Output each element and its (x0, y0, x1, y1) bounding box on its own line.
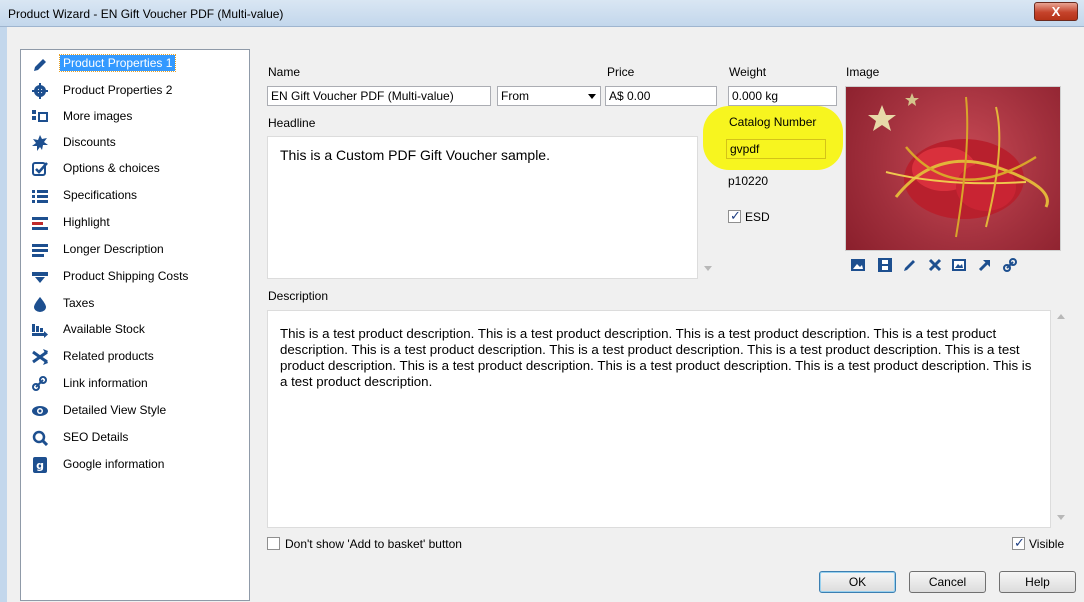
images-icon (31, 108, 49, 126)
window-title: Product Wizard - EN Gift Voucher PDF (Mu… (8, 7, 284, 21)
sidebar-item-label: Product Properties 2 (63, 83, 173, 97)
picture-icon[interactable] (951, 258, 967, 274)
truck-icon (31, 268, 49, 286)
image-icon[interactable] (850, 258, 866, 274)
paragraph-icon (31, 241, 49, 259)
sidebar-item-label: Product Shipping Costs (63, 269, 189, 283)
sidebar-item-seo-details[interactable]: SEO Details (27, 426, 247, 450)
price-field[interactable]: A$ 0.00 (605, 86, 717, 106)
help-button[interactable]: Help (999, 571, 1076, 593)
pencil-icon[interactable] (902, 258, 918, 274)
sidebar-item-label: More images (63, 109, 133, 123)
checkbox-icon (31, 160, 49, 178)
esd-label: ESD (745, 210, 770, 224)
sidebar-item-label: Highlight (63, 215, 110, 229)
headline-label: Headline (268, 116, 316, 130)
gear-icon (31, 82, 49, 100)
catalog-number-field[interactable]: gvpdf (726, 139, 826, 159)
hide-basket-label: Don't show 'Add to basket' button (285, 537, 462, 551)
esd-checkbox[interactable] (728, 208, 741, 224)
chevron-down-icon (588, 94, 596, 99)
weight-field[interactable]: 0.000 kg (728, 86, 837, 106)
window-titlebar: Product Wizard - EN Gift Voucher PDF (Mu… (0, 0, 1084, 27)
sidebar-item-label: SEO Details (63, 430, 129, 444)
price-mode-value: From (501, 89, 529, 103)
sidebar-item-label: Product Properties 1 (58, 54, 177, 72)
sidebar-item-longer-description[interactable]: Longer Description (27, 238, 247, 262)
sidebar-item-shipping-costs[interactable]: Product Shipping Costs (27, 265, 247, 289)
sidebar-item-label: Related products (63, 349, 154, 363)
sidebar-item-product-properties-2[interactable]: Product Properties 2 (27, 79, 247, 103)
link-icon (31, 375, 49, 393)
sidebar-item-label: Taxes (63, 296, 95, 310)
headline-field[interactable]: This is a Custom PDF Gift Voucher sample… (267, 136, 698, 279)
delete-icon[interactable] (927, 258, 943, 274)
catalog-number-label: Catalog Number (729, 115, 817, 129)
shuffle-icon (31, 348, 49, 366)
sidebar-item-label: Specifications (63, 188, 138, 202)
scroll-up-icon[interactable] (1057, 314, 1065, 319)
eye-icon (31, 402, 49, 420)
price-mode-select[interactable]: From (497, 86, 601, 106)
sidebar-item-google-information[interactable]: g Google information (27, 453, 247, 477)
sidebar-item-options-choices[interactable]: Options & choices (27, 157, 247, 181)
svg-text:g: g (36, 459, 44, 472)
sidebar-item-label: Detailed View Style (63, 403, 167, 417)
ok-button[interactable]: OK (819, 571, 896, 593)
product-id-text: p10220 (728, 174, 769, 188)
sidebar-item-highlight[interactable]: Highlight (27, 211, 247, 235)
google-icon: g (31, 456, 49, 474)
drop-icon (31, 295, 49, 313)
sidebar-item-more-images[interactable]: More images (27, 105, 247, 129)
visible-label: Visible (1029, 537, 1065, 551)
lines-icon (31, 214, 49, 232)
name-label: Name (268, 65, 301, 79)
cancel-button[interactable]: Cancel (909, 571, 986, 593)
magnifier-icon (31, 429, 49, 447)
sidebar-item-label: Link information (63, 376, 148, 390)
film-icon[interactable] (877, 258, 893, 274)
description-label: Description (268, 289, 329, 303)
sidebar-item-detailed-view-style[interactable]: Detailed View Style (27, 399, 247, 423)
sidebar-item-label: Google information (63, 457, 165, 471)
sidebar: Product Properties 1 Product Properties … (20, 49, 250, 601)
sidebar-item-link-information[interactable]: Link information (27, 372, 247, 396)
close-button[interactable]: X (1034, 2, 1078, 21)
arrow-icon[interactable] (977, 258, 993, 274)
pencil-icon (31, 56, 49, 74)
sidebar-item-taxes[interactable]: Taxes (27, 292, 247, 316)
starburst-icon (31, 134, 49, 152)
sidebar-item-available-stock[interactable]: Available Stock (27, 318, 247, 342)
description-field[interactable]: This is a test product description. This… (267, 310, 1051, 528)
stock-icon (31, 321, 49, 339)
scroll-down-icon[interactable] (704, 266, 712, 271)
image-label: Image (846, 65, 880, 79)
sidebar-item-product-properties-1[interactable]: Product Properties 1 (27, 53, 247, 77)
product-image[interactable] (845, 86, 1061, 251)
visible-checkbox[interactable] (1012, 535, 1025, 551)
sidebar-item-label: Options & choices (63, 161, 160, 175)
sidebar-item-label: Discounts (63, 135, 116, 149)
sidebar-item-related-products[interactable]: Related products (27, 345, 247, 369)
list-icon (31, 187, 49, 205)
sidebar-item-specifications[interactable]: Specifications (27, 184, 247, 208)
scroll-down-icon[interactable] (1057, 515, 1065, 520)
sidebar-item-discounts[interactable]: Discounts (27, 131, 247, 155)
weight-label: Weight (729, 65, 767, 79)
price-label: Price (607, 65, 635, 79)
hide-basket-checkbox[interactable] (267, 537, 280, 550)
sidebar-item-label: Available Stock (63, 322, 145, 336)
name-field[interactable]: EN Gift Voucher PDF (Multi-value) (267, 86, 491, 106)
sidebar-item-label: Longer Description (63, 242, 164, 256)
link-icon[interactable] (1002, 258, 1018, 274)
